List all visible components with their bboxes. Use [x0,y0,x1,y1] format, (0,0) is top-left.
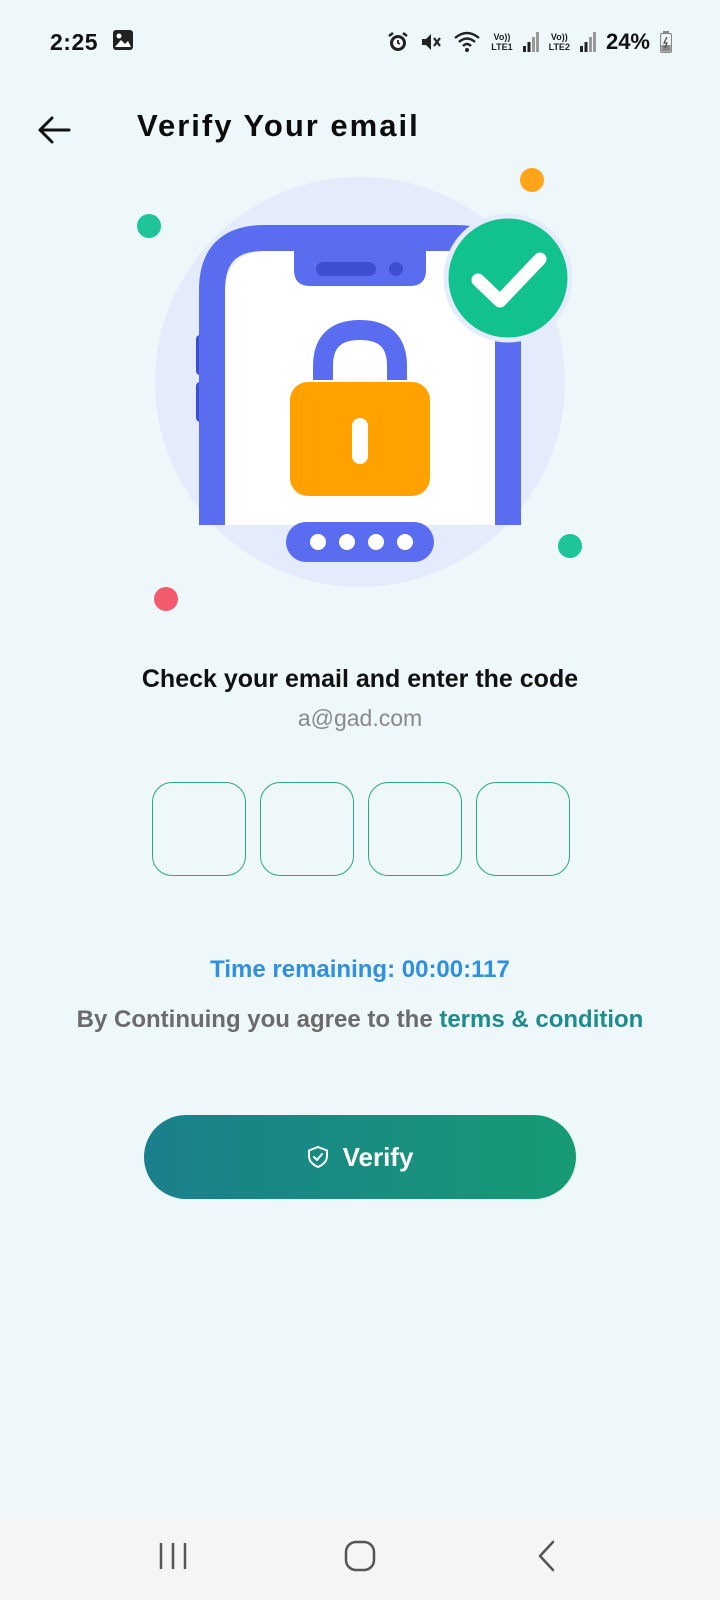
terms-link[interactable]: terms & condition [439,1006,643,1033]
nav-back-button[interactable] [517,1526,577,1586]
page-title: Verify Your email [137,108,420,143]
status-bar: 2:25 Vo)) LTE1 Vo)) LTE2 24% [0,0,720,84]
email-address: a@gad.com [297,705,423,731]
recent-apps-button[interactable] [143,1526,203,1586]
shield-check-icon [307,1145,328,1169]
status-right: Vo)) LTE1 Vo)) LTE2 24% [387,29,672,55]
instruction-text: Check your email and enter the code [141,665,579,693]
signal-icon [579,32,596,52]
gallery-icon [112,29,134,56]
signal-icon [522,32,539,52]
verify-button-label: Verify [342,1141,414,1172]
home-button[interactable] [330,1526,390,1586]
decor-dot-green [137,214,161,238]
decor-dot-green [558,534,582,558]
mute-icon [419,31,443,53]
otp-digit-2[interactable] [260,782,354,876]
status-time: 2:25 [50,28,99,55]
decor-dot-red [154,587,178,611]
home-icon [344,1540,376,1572]
arrow-left-icon [38,116,71,144]
terms-prefix: By Continuing you agree to the [76,1006,440,1033]
alarm-icon [387,31,409,53]
verification-illustration [0,160,720,630]
system-nav-bar [0,1512,720,1600]
time-remaining: Time remaining: 00:00:117 [210,956,510,983]
battery-icon [660,31,672,53]
password-dots-icon [286,522,434,562]
wifi-icon [453,31,481,53]
back-icon [538,1540,554,1572]
decor-dot-orange [520,168,544,192]
status-left: 2:25 [50,29,134,56]
sim1-label: Vo)) LTE1 [491,32,513,52]
otp-digit-3[interactable] [368,782,462,876]
otp-digit-1[interactable] [152,782,246,876]
battery-text: 24% [605,29,650,54]
otp-input-row [152,782,570,876]
recent-apps-icon [160,1543,187,1569]
back-button[interactable] [32,108,76,152]
otp-digit-4[interactable] [476,782,570,876]
terms-line: By Continuing you agree to the terms & c… [0,1006,720,1034]
check-badge-icon [443,213,573,343]
sim2-label: Vo)) LTE2 [548,32,570,52]
verify-button[interactable]: Verify [144,1115,576,1199]
